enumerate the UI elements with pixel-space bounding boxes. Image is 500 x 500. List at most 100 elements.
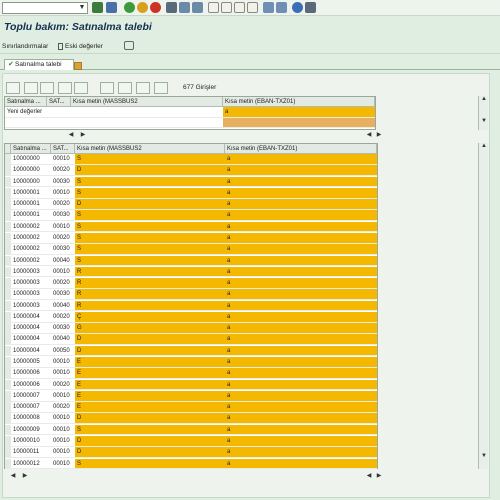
short-text-cell[interactable]: S [75,210,225,222]
help-icon[interactable] [292,2,303,13]
short-text-cell[interactable]: S [75,424,225,436]
new-short-text-cell[interactable]: a [225,368,377,379]
new-short-text-cell[interactable]: a [225,390,377,402]
new-short-text-cell[interactable]: a [225,458,377,470]
new-short-text-cell[interactable]: a [225,323,377,334]
customize-icon[interactable] [305,2,316,13]
scroll-right-icon[interactable]: ▶ [374,131,384,138]
short-text-cell[interactable]: D [75,199,225,210]
new-short-text-cell[interactable]: a [225,187,377,199]
sum-icon[interactable] [100,82,114,94]
column-header-pr-number[interactable]: Satınalma ... [5,97,47,107]
new-short-text-cell[interactable]: a [225,345,377,357]
short-text-cell[interactable]: S [75,176,225,188]
details-icon[interactable] [6,82,20,94]
short-text-cell[interactable]: D [75,447,225,458]
short-text-cell[interactable]: E [75,357,225,368]
scroll-right-icon[interactable]: ▶ [374,472,384,479]
top-grid-vertical-scrollbar[interactable]: ▲ ▼ [478,96,488,130]
new-short-text-cell[interactable]: a [225,447,377,458]
scroll-right-icon[interactable]: ▶ [20,472,30,479]
short-text-cell[interactable]: Ç [75,311,225,323]
short-text-cell[interactable]: R [75,266,225,278]
column-header-new-short-text[interactable]: Kısa metin (EBAN-TXZ01) [223,97,375,107]
scroll-left-icon[interactable]: ◀ [66,131,76,138]
restrictions-button[interactable]: Sınırlandırmalar [2,41,48,52]
short-text-cell[interactable]: E [75,379,225,391]
change-layout-icon[interactable] [154,82,168,94]
short-text-cell[interactable]: E [75,368,225,379]
column-header-new-short-text[interactable]: Kısa metin (EBAN-TXZ01) [225,144,377,154]
back-icon[interactable] [124,2,135,13]
new-short-text-cell[interactable]: a [225,424,377,436]
short-text-cell[interactable]: D [75,334,225,346]
exit-icon[interactable] [137,2,148,13]
scroll-left-icon[interactable]: ◀ [364,472,374,479]
new-short-text-cell[interactable]: a [225,266,377,278]
column-header-short-text[interactable]: Kısa metin (MASSBUS2 [75,144,225,154]
scroll-down-icon[interactable]: ▼ [479,453,489,459]
find-next-icon[interactable] [192,2,203,13]
new-value-short-text-input[interactable] [71,107,223,118]
short-text-cell[interactable]: D [75,165,225,176]
new-short-text-cell[interactable]: a [225,311,377,323]
new-short-text-cell[interactable]: a [225,289,377,301]
command-field[interactable]: ▼ [2,2,88,14]
column-header-item[interactable]: SAT... [51,144,75,154]
short-text-cell[interactable]: S [75,244,225,255]
new-short-text-cell[interactable]: a [225,278,377,289]
scroll-down-icon[interactable]: ▼ [479,118,489,124]
new-short-text-cell[interactable]: a [225,165,377,176]
short-text-cell[interactable]: D [75,436,225,447]
new-short-text-cell[interactable]: a [225,199,377,210]
short-text-cell[interactable]: S [75,232,225,244]
scroll-left-icon[interactable]: ◀ [8,472,18,479]
enter-icon[interactable] [92,2,103,13]
short-text-cell[interactable]: S [75,255,225,267]
short-text-cell[interactable]: R [75,289,225,301]
sort-ascending-icon[interactable] [24,82,38,94]
scroll-left-icon[interactable]: ◀ [364,131,374,138]
short-text-cell[interactable]: G [75,323,225,334]
first-page-icon[interactable] [208,2,219,13]
short-text-cell[interactable]: S [75,221,225,233]
old-values-button[interactable]: Eski değerler [58,41,103,52]
new-short-text-cell[interactable]: a [225,402,377,413]
new-value-input[interactable]: a [223,107,375,118]
new-short-text-cell[interactable]: a [225,210,377,222]
cancel-icon[interactable] [150,2,161,13]
new-short-text-cell[interactable]: a [225,357,377,368]
new-short-text-cell[interactable]: a [225,379,377,391]
execute-icon[interactable] [124,41,134,50]
tab-purchase-requisition[interactable]: ✔ Satınalma talebi [4,59,74,70]
scroll-right-icon[interactable]: ▶ [78,131,88,138]
short-text-cell[interactable]: S [75,154,225,165]
new-short-text-cell[interactable]: a [225,176,377,188]
new-short-text-cell[interactable]: a [225,436,377,447]
new-short-text-cell[interactable]: a [225,255,377,267]
column-header-short-text[interactable]: Kısa metin (MASSBUS2 [71,97,223,107]
short-text-cell[interactable]: D [75,345,225,357]
print-icon[interactable] [166,2,177,13]
scroll-up-icon[interactable]: ▲ [479,96,489,102]
new-short-text-cell[interactable]: a [225,413,377,425]
column-header-item[interactable]: SAT... [47,97,71,107]
new-short-text-cell[interactable]: a [225,244,377,255]
new-short-text-cell[interactable]: a [225,334,377,346]
short-text-cell[interactable]: S [75,187,225,199]
sort-descending-icon[interactable] [40,82,54,94]
tab-extra-icon[interactable] [74,62,82,70]
short-text-cell[interactable]: E [75,402,225,413]
layout-icon[interactable] [136,82,150,94]
chevron-down-icon[interactable]: ▼ [77,3,87,13]
scroll-up-icon[interactable]: ▲ [479,143,489,149]
export-icon[interactable] [74,82,88,94]
main-grid-vertical-scrollbar[interactable]: ▲ ▼ [478,143,488,469]
last-page-icon[interactable] [247,2,258,13]
new-short-text-cell[interactable]: a [225,221,377,233]
next-page-icon[interactable] [234,2,245,13]
filter-icon[interactable] [118,82,132,94]
short-text-cell[interactable]: D [75,413,225,425]
new-short-text-cell[interactable]: a [225,154,377,165]
new-short-text-cell[interactable]: a [225,300,377,312]
